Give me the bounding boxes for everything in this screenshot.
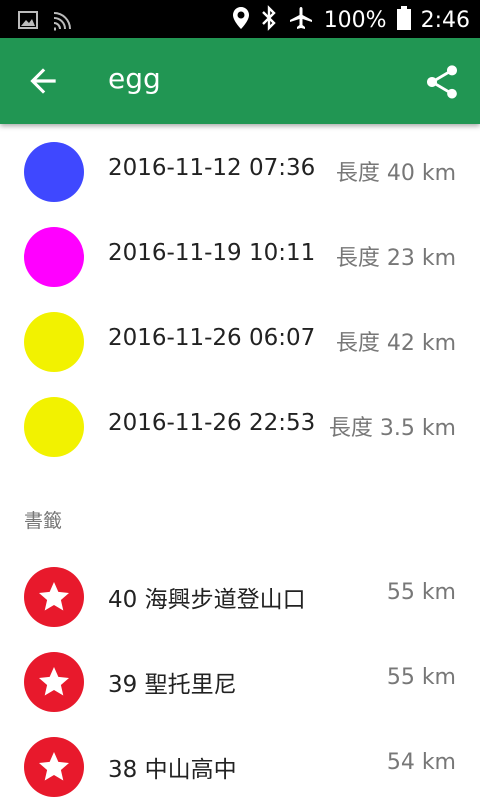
bookmark-distance: 55 km [386,665,456,690]
arrow-back-icon [30,68,56,94]
battery-icon [396,6,411,34]
route-datetime: 2016-11-19 10:11 [108,240,316,266]
bookmark-item[interactable]: 38 中山高中 54 km [0,725,480,810]
location-icon [232,6,250,34]
gallery-icon [18,11,38,33]
route-color-dot [24,397,84,457]
battery-percent: 100% [323,7,387,33]
airplane-mode-icon [288,5,314,35]
bookmark-star-icon [24,652,84,712]
bookmark-star-icon [24,737,84,797]
route-item[interactable]: 2016-11-26 22:53 長度 3.5 km [0,385,480,470]
route-item[interactable]: 2016-11-26 06:07 長度 42 km [0,300,480,385]
route-color-dot [24,227,84,287]
route-item[interactable]: 2016-11-19 10:11 長度 23 km [0,215,480,300]
clock: 2:46 [420,7,470,33]
bookmark-item[interactable]: 39 聖托里尼 55 km [0,640,480,725]
route-length: 長度 42 km [335,331,456,356]
route-datetime: 2016-11-12 07:36 [108,155,316,181]
route-datetime: 2016-11-26 22:53 [108,410,316,436]
route-item[interactable]: 2016-11-12 07:36 長度 40 km [0,130,480,215]
bluetooth-icon [260,5,278,35]
bookmark-distance: 54 km [386,750,456,775]
status-bar: 100% 2:46 [0,0,480,38]
route-color-dot [24,312,84,372]
bookmark-name: 38 中山高中 [108,757,237,783]
route-color-dot [24,142,84,202]
page-title: egg [108,62,161,95]
bookmark-distance: 55 km [386,580,456,605]
cast-icon [52,9,76,35]
share-icon [427,65,457,99]
bookmark-name: 40 海興步道登山口 [108,587,306,613]
bookmark-star-icon [24,567,84,627]
bookmark-item[interactable]: 40 海興步道登山口 55 km [0,555,480,640]
route-length: 長度 23 km [335,246,456,271]
share-button[interactable] [422,62,462,102]
route-datetime: 2016-11-26 06:07 [108,325,316,351]
route-length: 長度 40 km [335,161,456,186]
bookmarks-header: 書籤 [24,510,63,532]
back-button[interactable] [24,62,62,100]
bookmark-name: 39 聖托里尼 [108,672,237,698]
app-bar: egg [0,38,480,124]
route-length: 長度 3.5 km [328,416,456,441]
